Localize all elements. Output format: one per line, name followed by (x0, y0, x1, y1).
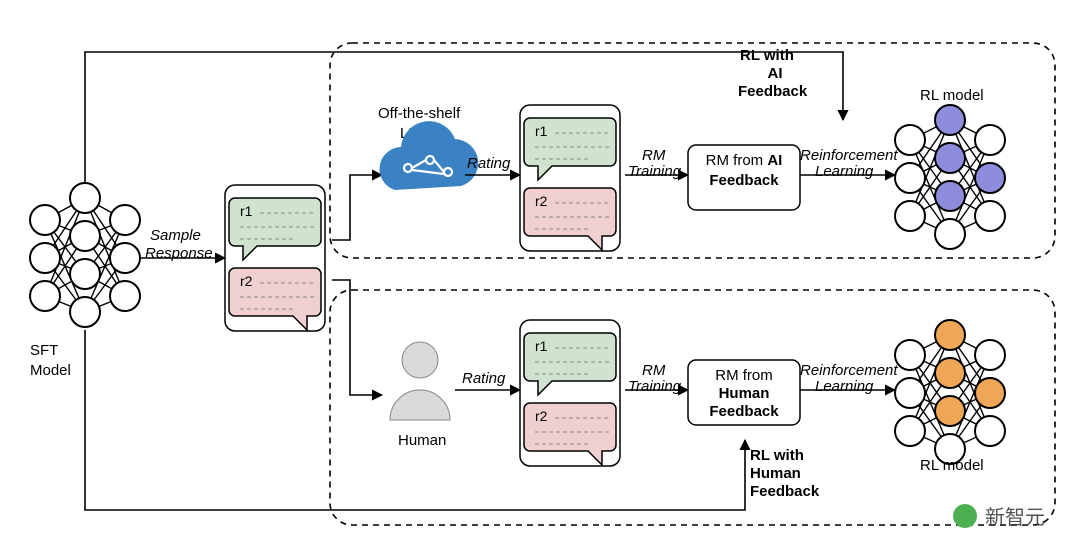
top-rl-l2: Learning (815, 163, 874, 180)
svg-text:RM from: RM from (715, 367, 773, 384)
svg-text:r2: r2 (535, 193, 548, 209)
sft-model-label: SFT (30, 342, 58, 359)
human-label: Human (398, 432, 446, 449)
bottom-rm-training-l2: Training (628, 378, 682, 395)
bottom-title-2: Human (750, 465, 801, 482)
rl-model-top (895, 105, 1005, 249)
responses-block: r1 r2 (225, 185, 325, 331)
top-title-1: RL with (740, 47, 794, 64)
watermark: 新智元 (953, 504, 1045, 529)
llm-label-1: Off-the-shelf (378, 105, 461, 122)
svg-text:Feedback: Feedback (709, 172, 779, 189)
svg-text:r2: r2 (535, 408, 548, 424)
cloud-llm-icon (380, 121, 479, 190)
top-title-2: AI (768, 65, 783, 82)
bottom-rl-l2: Learning (815, 378, 874, 395)
bottom-rated-responses: r1 r2 (520, 320, 620, 466)
svg-text:r1: r1 (240, 203, 253, 219)
edge-responses-to-llm (332, 175, 382, 240)
svg-text:r1: r1 (535, 338, 548, 354)
top-title-3: Feedback (738, 83, 808, 100)
svg-text:r2: r2 (240, 273, 253, 289)
bottom-title-1: RL with (750, 447, 804, 464)
bottom-rl-model-label: RL model (920, 457, 984, 474)
svg-text:Human: Human (719, 385, 770, 402)
edge-responses-to-human (332, 280, 382, 395)
bottom-rl-l1: Reinforcement (800, 362, 898, 379)
top-rating-label: Rating (467, 155, 511, 172)
svg-text:r1: r1 (535, 123, 548, 139)
human-icon (390, 342, 450, 420)
top-rl-l1: Reinforcement (800, 147, 898, 164)
top-rm-training-l2: Training (628, 163, 682, 180)
top-rm-training-l1: RM (642, 147, 666, 164)
bottom-rating-label: Rating (462, 370, 506, 387)
rm-human-box: RM from Human Feedback (688, 360, 800, 425)
bottom-title-3: Feedback (750, 483, 820, 500)
svg-text:RM from AI: RM from AI (706, 152, 783, 169)
rm-ai-box: RM from AI Feedback (688, 145, 800, 210)
top-rl-model-label: RL model (920, 87, 984, 104)
sample-label-1: Sample (150, 227, 201, 244)
svg-text:新智元: 新智元 (985, 506, 1045, 529)
svg-text:Feedback: Feedback (709, 403, 779, 420)
top-rated-responses: r1 r2 (520, 105, 620, 251)
sample-label-2: Response (145, 245, 213, 262)
bottom-rm-training-l1: RM (642, 362, 666, 379)
sft-model-label-2: Model (30, 362, 71, 379)
rl-model-bottom (895, 320, 1005, 464)
sft-model-net (30, 183, 140, 327)
